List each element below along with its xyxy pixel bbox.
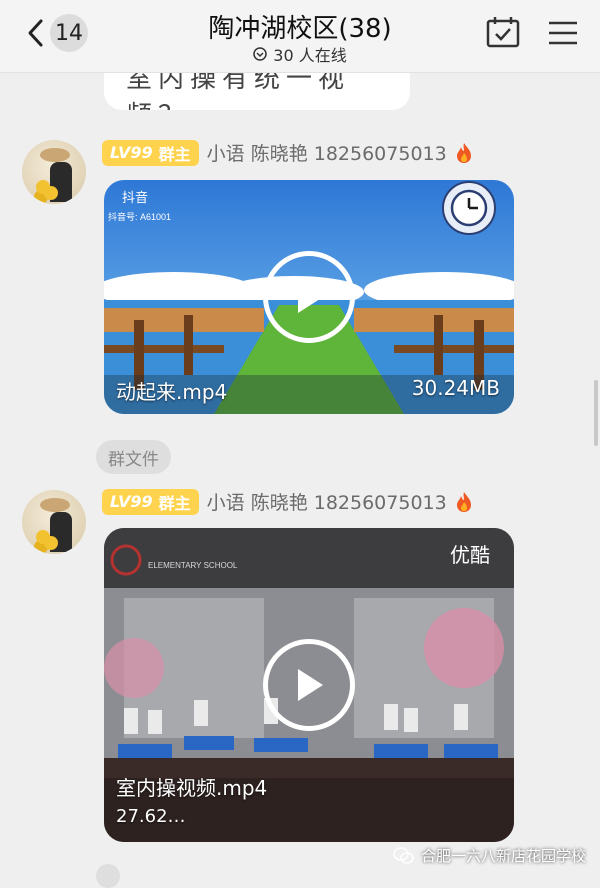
video-filename: 动起来.mp4 (116, 380, 228, 404)
sender-row: LV99 群主 小语 陈晓艳 18256075013 (102, 139, 473, 166)
group-file-tag-partial[interactable] (96, 864, 120, 888)
wechat-icon (393, 846, 414, 864)
source-label: 优酷 (450, 544, 490, 567)
source-label: 抖音 (122, 190, 148, 205)
source-id: 抖音号: A61001 (108, 211, 171, 222)
online-count: 30 人在线 (273, 46, 347, 65)
play-button[interactable] (263, 251, 355, 343)
video-size: 27.62… (116, 806, 186, 827)
play-button[interactable] (263, 639, 355, 731)
sender-row: LV99 群主 小语 陈晓艳 18256075013 (102, 488, 473, 515)
online-indicator-icon (253, 47, 268, 61)
play-icon (298, 669, 323, 701)
video-size: 30.24MB (411, 376, 500, 400)
video-message[interactable]: 抖音 抖音号: A61001 动起来.mp4 30.24MB (104, 180, 514, 414)
video-filename: 室内操视频.mp4 (116, 776, 268, 800)
group-file-tag[interactable]: 群文件 (96, 440, 171, 474)
role-text: 群主 (158, 493, 191, 513)
sender-name[interactable]: 小语 陈晓艳 18256075013 (207, 139, 447, 166)
level-badge: LV99 群主 (102, 139, 199, 166)
fire-icon (456, 142, 471, 163)
menu-icon[interactable] (548, 20, 578, 46)
scrollbar[interactable] (594, 380, 598, 446)
chat-header: 14 陶冲湖校区(38) 30 人在线 (0, 0, 600, 73)
calendar-check-icon[interactable] (486, 16, 520, 48)
level-badge: LV99 群主 (102, 488, 199, 515)
level-text: LV99 (110, 492, 153, 511)
level-text: LV99 (110, 143, 153, 162)
watermark: 合肥一六八新店花园学校 (393, 845, 586, 866)
watermark-text: 合肥一六八新店花园学校 (420, 847, 586, 865)
school-subtitle: ELEMENTARY SCHOOL (148, 561, 238, 570)
role-text: 群主 (158, 144, 191, 164)
fire-icon (456, 491, 471, 512)
video-message[interactable]: ELEMENTARY SCHOOL 优酷 室内操视频.mp4 27.62… (104, 528, 514, 842)
play-icon (298, 281, 323, 313)
avatar[interactable] (22, 140, 86, 204)
avatar[interactable] (22, 490, 86, 554)
sender-name[interactable]: 小语 陈晓艳 18256075013 (207, 488, 447, 515)
